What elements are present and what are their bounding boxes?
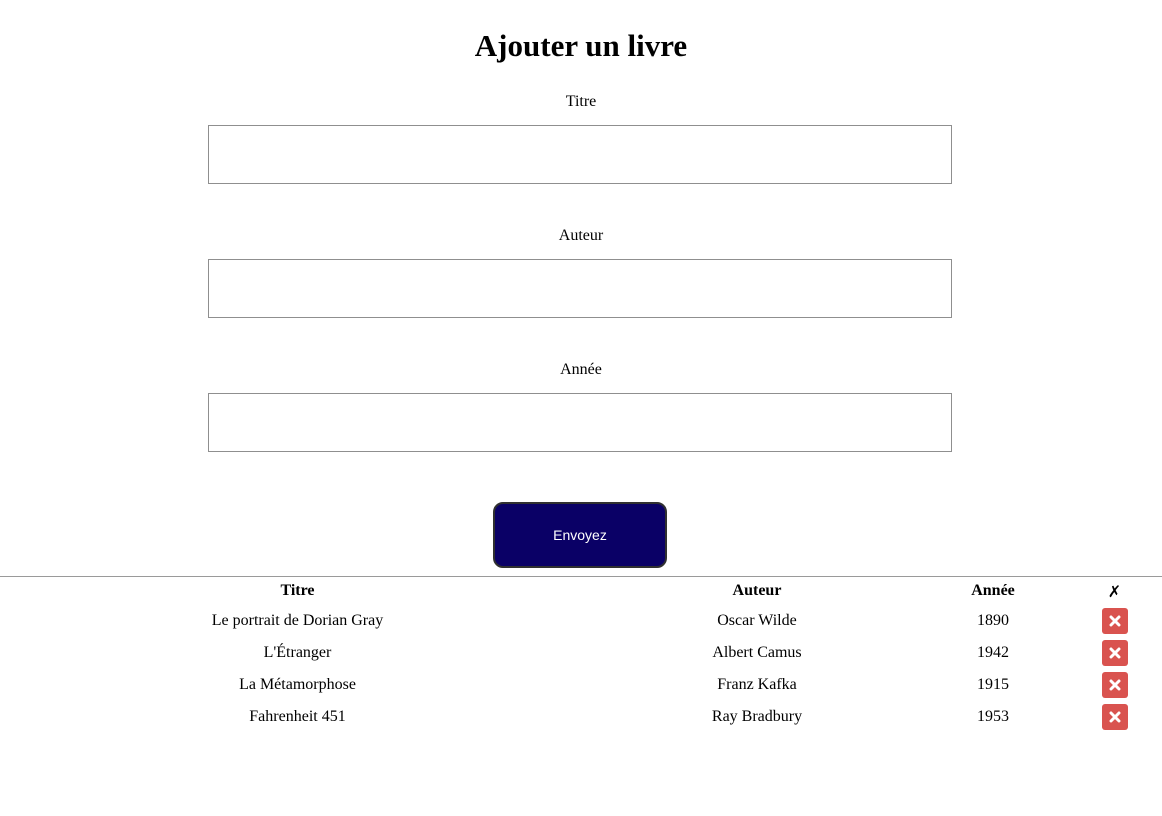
- cell-delete: [1067, 701, 1162, 733]
- column-header-title: Titre: [280, 582, 315, 599]
- cell-author: Franz Kafka: [717, 676, 797, 693]
- cell-year: 1890: [977, 612, 1009, 629]
- cell-delete: [1067, 669, 1162, 701]
- cell-title: L'Étranger: [263, 644, 332, 661]
- close-icon: [1109, 647, 1120, 659]
- cell-delete: [1067, 637, 1162, 669]
- title-input[interactable]: [208, 125, 952, 184]
- cell-title: La Métamorphose: [239, 676, 356, 693]
- cell-title: Le portrait de Dorian Gray: [211, 612, 384, 629]
- delete-button[interactable]: [1101, 608, 1128, 634]
- cell-year: 1915: [977, 676, 1009, 693]
- delete-button[interactable]: [1101, 672, 1128, 698]
- page-title: Ajouter un livre: [474, 28, 688, 63]
- close-icon: [1109, 679, 1120, 691]
- table-row: La Métamorphose Franz Kafka 1915: [0, 669, 1162, 701]
- cell-year: 1953: [977, 708, 1009, 725]
- delete-button[interactable]: [1101, 640, 1128, 666]
- table-row: L'Étranger Albert Camus 1942: [0, 637, 1162, 669]
- cell-year: 1942: [977, 644, 1009, 661]
- title-label: Titre: [565, 93, 597, 110]
- table-row: Fahrenheit 451 Ray Bradbury 1953: [0, 701, 1162, 733]
- author-input[interactable]: [208, 259, 952, 318]
- delete-button[interactable]: [1101, 704, 1128, 730]
- book-table: Titre Auteur Année ✗ Le portrait de Dori…: [0, 577, 1162, 733]
- cell-title: Fahrenheit 451: [249, 708, 346, 725]
- cell-delete: [1067, 605, 1162, 637]
- close-icon: [1109, 615, 1120, 627]
- table-header-row: Titre Auteur Année ✗: [0, 577, 1162, 605]
- author-label: Auteur: [558, 227, 604, 244]
- cell-author: Oscar Wilde: [717, 612, 797, 629]
- submit-button[interactable]: Envoyez: [493, 502, 667, 568]
- cell-author: Ray Bradbury: [711, 708, 803, 725]
- table-row: Le portrait de Dorian Gray Oscar Wilde 1…: [0, 605, 1162, 637]
- close-icon: [1109, 711, 1120, 723]
- cell-author: Albert Camus: [712, 644, 802, 661]
- year-input[interactable]: [208, 393, 952, 452]
- column-header-author: Auteur: [732, 582, 782, 599]
- column-header-year: Année: [971, 582, 1015, 599]
- column-header-delete: ✗: [1107, 581, 1122, 601]
- year-label: Année: [560, 361, 602, 378]
